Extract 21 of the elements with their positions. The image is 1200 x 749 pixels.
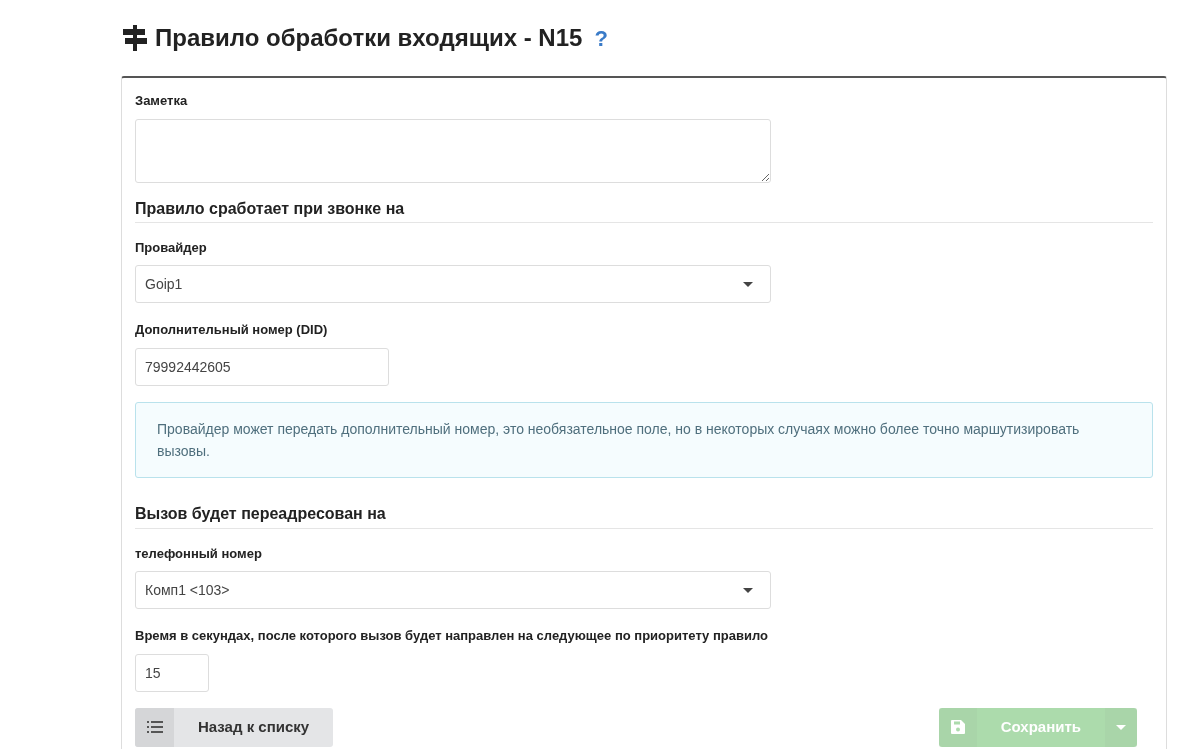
phone-select[interactable]: Комп1 <103>: [135, 571, 771, 610]
field-label: Провайдер: [135, 238, 207, 257]
field-label: Дополнительный номер (DID): [135, 321, 328, 340]
field-label: телефонный номер: [135, 544, 262, 563]
caret-icon: [1116, 724, 1126, 730]
back-button[interactable]: Назад к списку: [135, 707, 334, 747]
caret-icon: [743, 281, 753, 287]
caret-icon: [743, 587, 753, 593]
help-icon[interactable]: ?: [594, 21, 608, 55]
section-heading: Вызов будет переадресован на: [135, 504, 1153, 529]
section-heading: Правило сработает при звонке на: [135, 198, 1153, 223]
info-alert: Провайдер может передать дополнительный номер, это необязательное поле, но в некоторых случаях можно более точно маршутизировать вызовы.: [135, 401, 1153, 479]
note-field[interactable]: [135, 118, 771, 183]
page-title: Правило обработки входящих - N15: [155, 23, 583, 53]
provider-select[interactable]: Goip1: [135, 265, 771, 304]
field-label: Время в секундах, после которого вызов будет направлен на следующее по приоритету правило: [135, 627, 768, 646]
signpost-icon: [123, 25, 147, 51]
timeout-input[interactable]: 15: [135, 653, 209, 692]
did-input[interactable]: 79992442605: [135, 347, 389, 386]
list-icon: [146, 721, 163, 734]
field-label: Заметка: [135, 92, 188, 110]
